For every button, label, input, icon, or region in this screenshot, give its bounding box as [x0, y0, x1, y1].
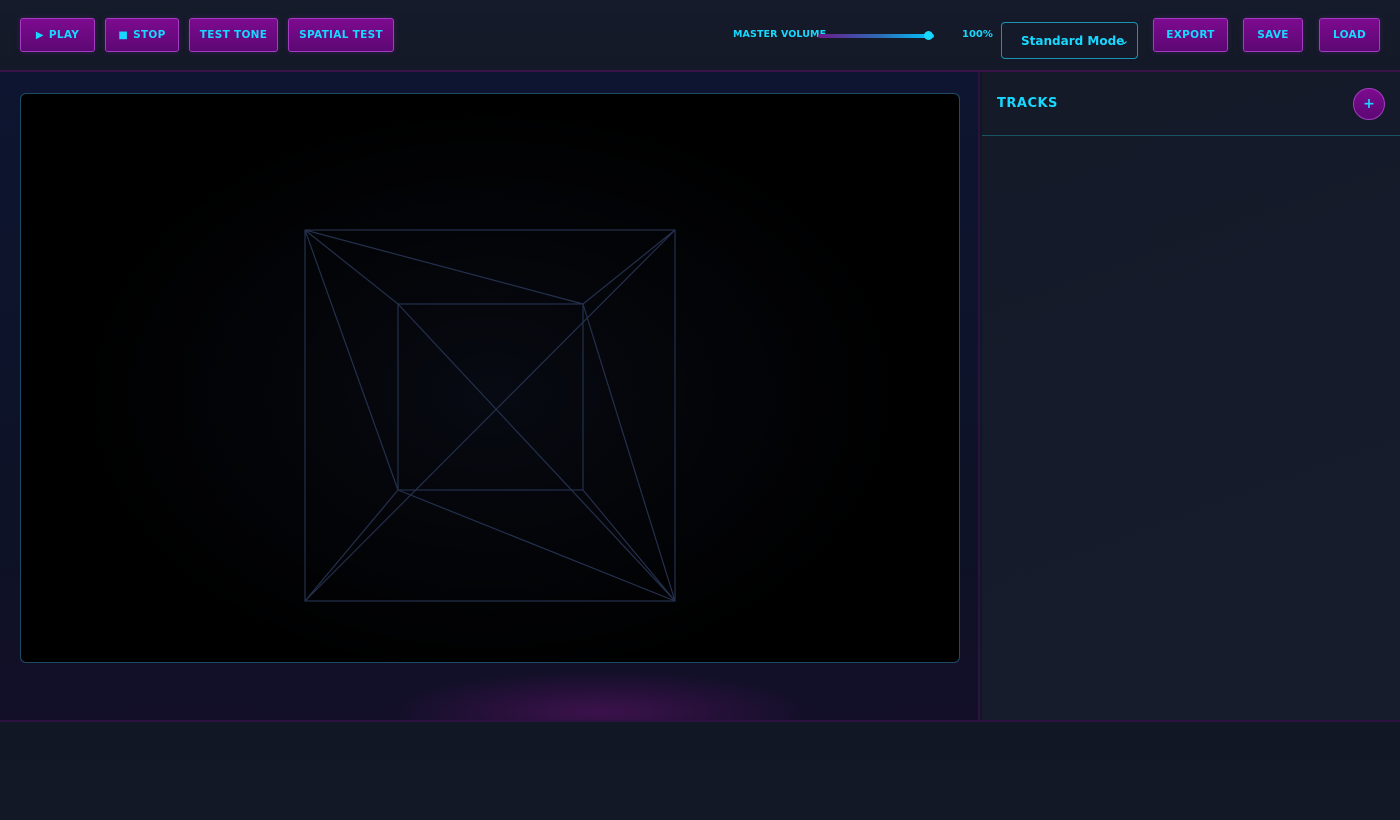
add-track-button[interactable]: + — [1353, 88, 1385, 120]
load-label: LOAD — [1332, 29, 1366, 41]
room-edge — [582, 229, 676, 305]
play-button[interactable]: ▶ PLAY — [20, 18, 95, 52]
top-toolbar: ▶ PLAY ■ STOP TEST TONE SPATIAL TEST MAS… — [0, 0, 1400, 72]
play-icon: ▶ — [35, 29, 44, 41]
room-edge — [304, 229, 584, 305]
tracks-title: TRACKS — [997, 96, 1058, 111]
master-volume-thumb[interactable] — [924, 31, 933, 40]
stop-icon: ■ — [118, 29, 129, 41]
room-edge — [304, 229, 399, 491]
spatial-test-button[interactable]: SPATIAL TEST — [288, 18, 394, 52]
spatial-test-label: SPATIAL TEST — [299, 29, 383, 41]
play-label: PLAY — [48, 29, 80, 41]
mode-select[interactable]: Standard Mode ⌄ — [1001, 22, 1138, 59]
tracks-panel: TRACKS + — [982, 72, 1400, 720]
master-volume-slider[interactable] — [818, 34, 934, 38]
master-volume-value: 100% — [962, 29, 993, 40]
room-edge — [397, 489, 676, 602]
stop-label: STOP — [133, 29, 166, 41]
save-label: SAVE — [1257, 29, 1289, 41]
room-edge — [397, 303, 676, 602]
mode-select-value: Standard Mode — [1021, 33, 1125, 48]
test-tone-label: TEST TONE — [199, 29, 268, 41]
main-area — [0, 72, 980, 720]
room-edge — [582, 489, 676, 602]
bottom-panel — [0, 720, 1400, 820]
test-tone-button[interactable]: TEST TONE — [189, 18, 278, 52]
chevron-down-icon: ⌄ — [1119, 34, 1129, 47]
spatial-viewport[interactable] — [20, 93, 960, 663]
save-button[interactable]: SAVE — [1243, 18, 1303, 52]
room-edge — [304, 229, 399, 305]
master-volume-label: MASTER VOLUME — [733, 29, 827, 40]
room-wireframe — [304, 229, 676, 602]
stop-button[interactable]: ■ STOP — [105, 18, 179, 52]
room-edge — [304, 229, 676, 602]
plus-icon: + — [1363, 96, 1375, 112]
export-button[interactable]: EXPORT — [1153, 18, 1228, 52]
room-edge — [304, 489, 399, 602]
export-label: EXPORT — [1166, 29, 1215, 41]
room-front-wall — [397, 303, 584, 491]
load-button[interactable]: LOAD — [1319, 18, 1380, 52]
room-edge — [582, 303, 676, 602]
tracks-header: TRACKS + — [982, 72, 1400, 136]
